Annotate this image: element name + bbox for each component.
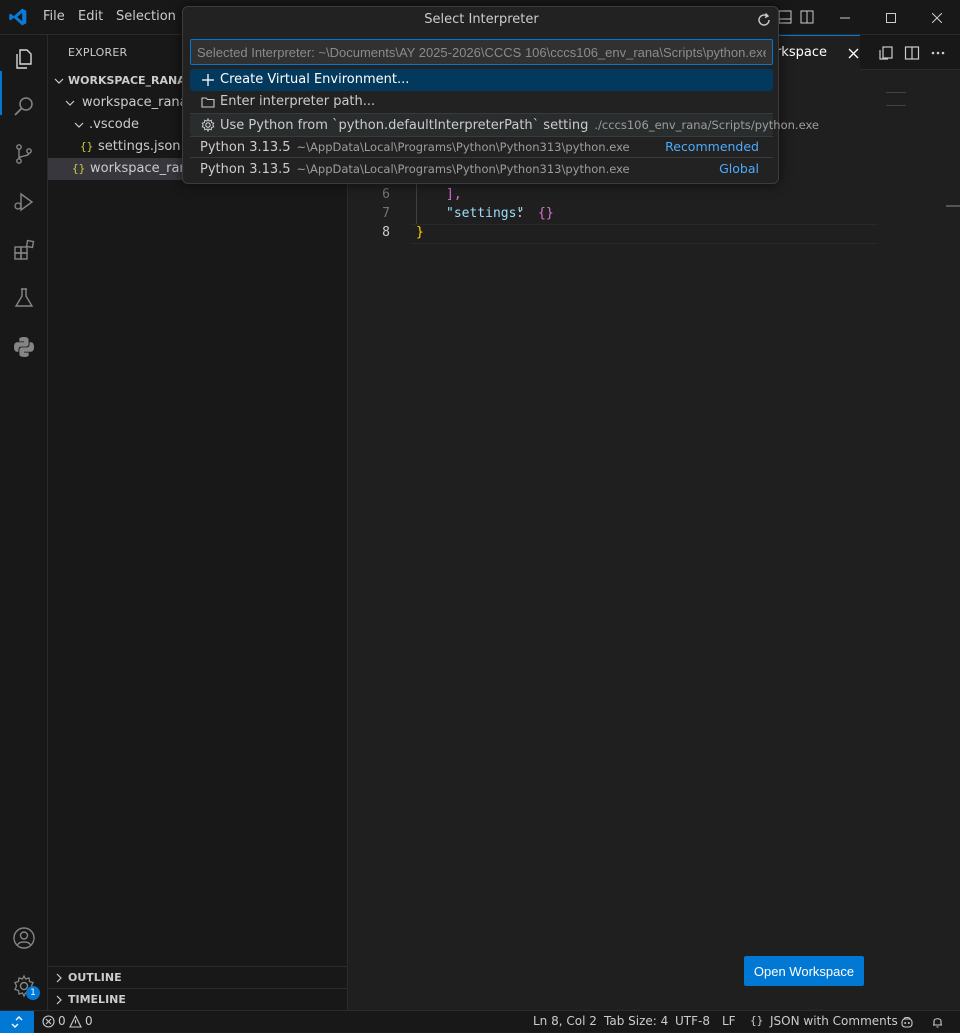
close-window-button[interactable] (914, 0, 960, 35)
accounts-badge: 1 (26, 986, 40, 1000)
minimap[interactable] (886, 92, 906, 106)
vscode-logo-icon (9, 8, 27, 26)
recommended-tag: Recommended (665, 139, 759, 154)
chevron-down-icon (74, 122, 84, 128)
menu-file[interactable]: File (43, 9, 65, 24)
enter-interpreter-path-option[interactable]: Enter interpreter path... (190, 91, 773, 113)
maximize-icon (886, 12, 896, 23)
copilot-icon[interactable] (900, 1015, 914, 1029)
quickpick-title: Select Interpreter (424, 12, 539, 27)
folder-icon (201, 97, 215, 108)
active-indicator (0, 71, 2, 115)
tab-workspace[interactable]: orkspace (768, 35, 860, 70)
json-colon: : (516, 206, 532, 221)
chevron-right-icon (56, 973, 62, 983)
global-tag: Global (719, 161, 759, 176)
close-tab-icon[interactable] (848, 48, 859, 59)
json-value-braces[interactable]: {} (538, 206, 554, 221)
split-editor-icon[interactable] (904, 45, 920, 61)
python-recommended-option[interactable]: Python 3.13.5 ~\AppData\Local\Programs\Py… (190, 136, 773, 158)
option-label: Enter interpreter path... (220, 94, 376, 109)
line-ending[interactable]: LF (722, 1014, 736, 1028)
interpreter-search-input[interactable] (190, 39, 773, 65)
explorer-title: EXPLORER (68, 46, 128, 59)
line-number: 8 (382, 225, 390, 240)
menu-edit[interactable]: Edit (78, 9, 103, 24)
gear-icon (201, 118, 215, 132)
tab-size[interactable]: Tab Size: 4 (604, 1014, 668, 1028)
outline-section[interactable]: OUTLINE (48, 966, 348, 988)
language-braces-icon: {} (750, 1014, 764, 1027)
use-default-interpreter-path-option[interactable]: Use Python from `python.defaultInterpret… (190, 114, 819, 136)
option-label: Python 3.13.5 ~\AppData\Local\Programs\Py… (200, 158, 630, 181)
maximize-button[interactable] (868, 0, 914, 35)
option-label: Python 3.13.5 ~\AppData\Local\Programs\Py… (200, 136, 630, 159)
search-icon[interactable] (12, 94, 36, 118)
error-count[interactable]: 0 (58, 1014, 66, 1028)
code-line-8[interactable]: } (416, 225, 424, 240)
line-number: 6 (382, 187, 390, 202)
tree-item-label: settings.json (98, 139, 181, 154)
language-mode[interactable]: JSON with Comments (770, 1014, 898, 1028)
option-description: ~\AppData\Local\Programs\Python\Python31… (296, 140, 630, 154)
python-icon[interactable] (12, 335, 36, 359)
option-description: ~\AppData\Local\Programs\Python\Python31… (296, 162, 630, 176)
code-line-6[interactable]: ], (446, 187, 462, 202)
scrollbar-marker (946, 205, 960, 207)
run-debug-icon[interactable] (12, 190, 36, 214)
error-icon[interactable] (42, 1015, 55, 1028)
remote-indicator-button[interactable] (0, 1011, 34, 1033)
warning-count[interactable]: 0 (85, 1014, 93, 1028)
encoding[interactable]: UTF-8 (675, 1014, 710, 1028)
accounts-icon[interactable] (12, 926, 36, 950)
option-label: Use Python from `python.defaultInterpret… (220, 114, 819, 137)
activity-bar: 1 (0, 35, 48, 1010)
layout-sidebar-icon[interactable] (800, 10, 814, 24)
select-interpreter-quickpick: Select Interpreter Create Virtual Enviro… (182, 6, 819, 184)
more-actions-icon[interactable] (930, 45, 946, 61)
testing-icon[interactable] (12, 286, 36, 310)
create-virtual-env-option[interactable]: Create Virtual Environment... (190, 69, 773, 91)
menu-selection[interactable]: Selection (116, 9, 176, 24)
option-title: Python 3.13.5 (200, 140, 291, 155)
remote-icon (11, 1016, 23, 1028)
refresh-icon[interactable] (756, 12, 772, 28)
minimize-icon (840, 17, 850, 18)
current-line-highlight (410, 224, 878, 244)
json-file-icon: {} (80, 140, 94, 153)
option-title: Python 3.13.5 (200, 162, 291, 177)
open-changes-icon[interactable] (878, 45, 894, 61)
tree-item-label: .vscode (89, 117, 139, 132)
tree-item-label: workspace_rana (82, 95, 188, 110)
outline-label: OUTLINE (68, 971, 122, 984)
python-global-option[interactable]: Python 3.13.5 ~\AppData\Local\Programs\Py… (190, 158, 773, 180)
tree-item-label: workspace_rana (90, 161, 196, 176)
json-file-icon: {} (72, 162, 86, 175)
source-control-icon[interactable] (12, 142, 36, 166)
chevron-down-icon (54, 78, 64, 84)
timeline-section[interactable]: TIMELINE (48, 988, 348, 1010)
option-title: Use Python from `python.defaultInterpret… (220, 118, 589, 133)
extensions-icon[interactable] (12, 238, 36, 262)
explorer-icon[interactable] (12, 47, 36, 71)
close-icon (932, 12, 942, 23)
timeline-label: TIMELINE (68, 993, 126, 1006)
chevron-right-icon (56, 995, 62, 1005)
plus-icon (202, 74, 214, 86)
minimize-button[interactable] (822, 0, 868, 35)
open-workspace-button[interactable]: Open Workspace (744, 956, 864, 986)
option-label: Create Virtual Environment... (220, 72, 410, 87)
json-key-settings[interactable]: "settings" (446, 206, 524, 221)
line-number: 7 (382, 206, 390, 221)
status-bar: 0 0 Ln 8, Col 2 Tab Size: 4 UTF-8 LF {} … (0, 1010, 960, 1033)
notifications-bell-icon[interactable] (931, 1015, 944, 1028)
layout-panel-icon[interactable] (778, 10, 792, 24)
cursor-position[interactable]: Ln 8, Col 2 (533, 1014, 597, 1028)
option-description: ./cccs106_env_rana/Scripts/python.exe (594, 118, 819, 132)
warning-icon[interactable] (69, 1015, 82, 1028)
chevron-down-icon (65, 100, 75, 106)
